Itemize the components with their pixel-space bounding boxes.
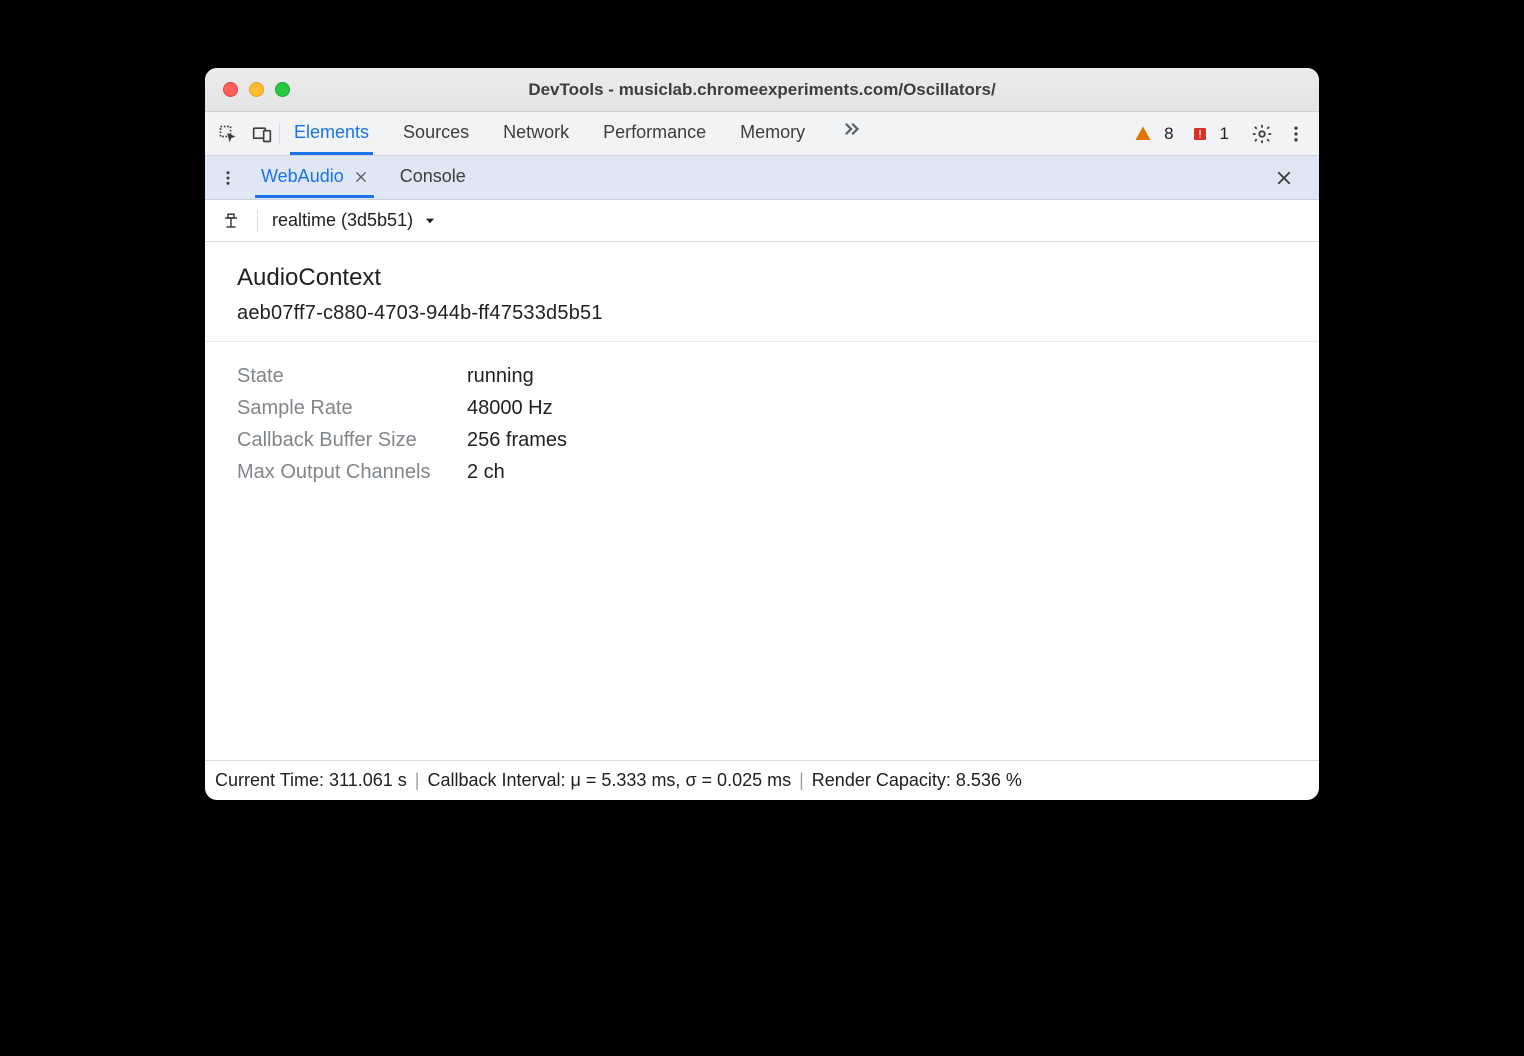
separator — [279, 123, 280, 145]
webaudio-content: AudioContext aeb07ff7-c880-4703-944b-ff4… — [205, 242, 1319, 760]
property-label: Sample Rate — [237, 392, 449, 424]
property-label: Callback Buffer Size — [237, 424, 449, 456]
property-value: 256 frames — [467, 424, 567, 456]
window-zoom-button[interactable] — [275, 82, 290, 97]
status-callback-interval: Callback Interval: μ = 5.333 ms, σ = 0.0… — [427, 770, 791, 791]
main-toolbar: Elements Sources Network Performance Mem… — [205, 112, 1319, 156]
notifications[interactable]: 8 1 — [1134, 124, 1229, 144]
window-minimize-button[interactable] — [249, 82, 264, 97]
property-label: Max Output Channels — [237, 456, 449, 488]
separator: | — [415, 770, 420, 791]
context-heading: AudioContext — [237, 264, 1287, 292]
property-row: State running — [237, 360, 1287, 392]
property-value: running — [467, 360, 534, 392]
status-render-capacity: Render Capacity: 8.536 % — [812, 770, 1022, 791]
main-tabs: Elements Sources Network Performance Mem… — [290, 112, 869, 155]
traffic-lights — [223, 82, 290, 97]
close-drawer-icon[interactable] — [1267, 161, 1301, 195]
drawer-tabs: WebAudio Console — [255, 157, 472, 198]
drawer-toolbar: WebAudio Console — [205, 156, 1319, 200]
drawer-tab-webaudio[interactable]: WebAudio — [255, 157, 374, 198]
property-value: 48000 Hz — [467, 392, 553, 424]
property-value: 2 ch — [467, 456, 505, 488]
settings-icon[interactable] — [1245, 117, 1279, 151]
status-current-time: Current Time: 311.061 s — [215, 770, 407, 791]
window-title: DevTools - musiclab.chromeexperiments.co… — [205, 80, 1319, 100]
titlebar: DevTools - musiclab.chromeexperiments.co… — [205, 68, 1319, 112]
property-label: State — [237, 360, 449, 392]
tab-elements[interactable]: Elements — [290, 112, 373, 155]
error-count: 1 — [1220, 124, 1229, 144]
window-close-button[interactable] — [223, 82, 238, 97]
close-tab-icon[interactable] — [354, 170, 368, 184]
tab-network[interactable]: Network — [499, 112, 573, 155]
drawer-menu-icon[interactable] — [211, 161, 245, 195]
property-row: Callback Buffer Size 256 frames — [237, 424, 1287, 456]
drawer-tab-label: Console — [400, 166, 466, 187]
tab-performance[interactable]: Performance — [599, 112, 710, 155]
property-row: Max Output Channels 2 ch — [237, 456, 1287, 488]
inspect-element-icon[interactable] — [211, 117, 245, 151]
context-uuid: aeb07ff7-c880-4703-944b-ff47533d5b51 — [237, 302, 1287, 325]
webaudio-toolbar: realtime (3d5b51) — [205, 200, 1319, 242]
garbage-collect-icon[interactable] — [219, 204, 243, 238]
kebab-menu-icon[interactable] — [1279, 117, 1313, 151]
context-selector-label: realtime (3d5b51) — [272, 210, 413, 231]
status-bar: Current Time: 311.061 s | Callback Inter… — [205, 760, 1319, 800]
tab-memory[interactable]: Memory — [736, 112, 809, 155]
devtools-window: DevTools - musiclab.chromeexperiments.co… — [205, 68, 1319, 800]
tab-sources[interactable]: Sources — [399, 112, 473, 155]
context-header: AudioContext aeb07ff7-c880-4703-944b-ff4… — [205, 242, 1319, 342]
drawer-tab-console[interactable]: Console — [394, 157, 472, 198]
drawer-tab-label: WebAudio — [261, 166, 344, 187]
more-tabs-icon[interactable] — [835, 112, 869, 146]
separator — [257, 210, 258, 232]
error-icon — [1192, 126, 1208, 142]
device-toolbar-icon[interactable] — [245, 117, 279, 151]
warning-count: 8 — [1164, 124, 1173, 144]
chevron-down-icon — [423, 214, 437, 228]
separator: | — [799, 770, 804, 791]
property-row: Sample Rate 48000 Hz — [237, 392, 1287, 424]
warning-icon — [1134, 125, 1152, 143]
context-properties: State running Sample Rate 48000 Hz Callb… — [205, 342, 1319, 506]
context-selector[interactable]: realtime (3d5b51) — [272, 210, 437, 231]
